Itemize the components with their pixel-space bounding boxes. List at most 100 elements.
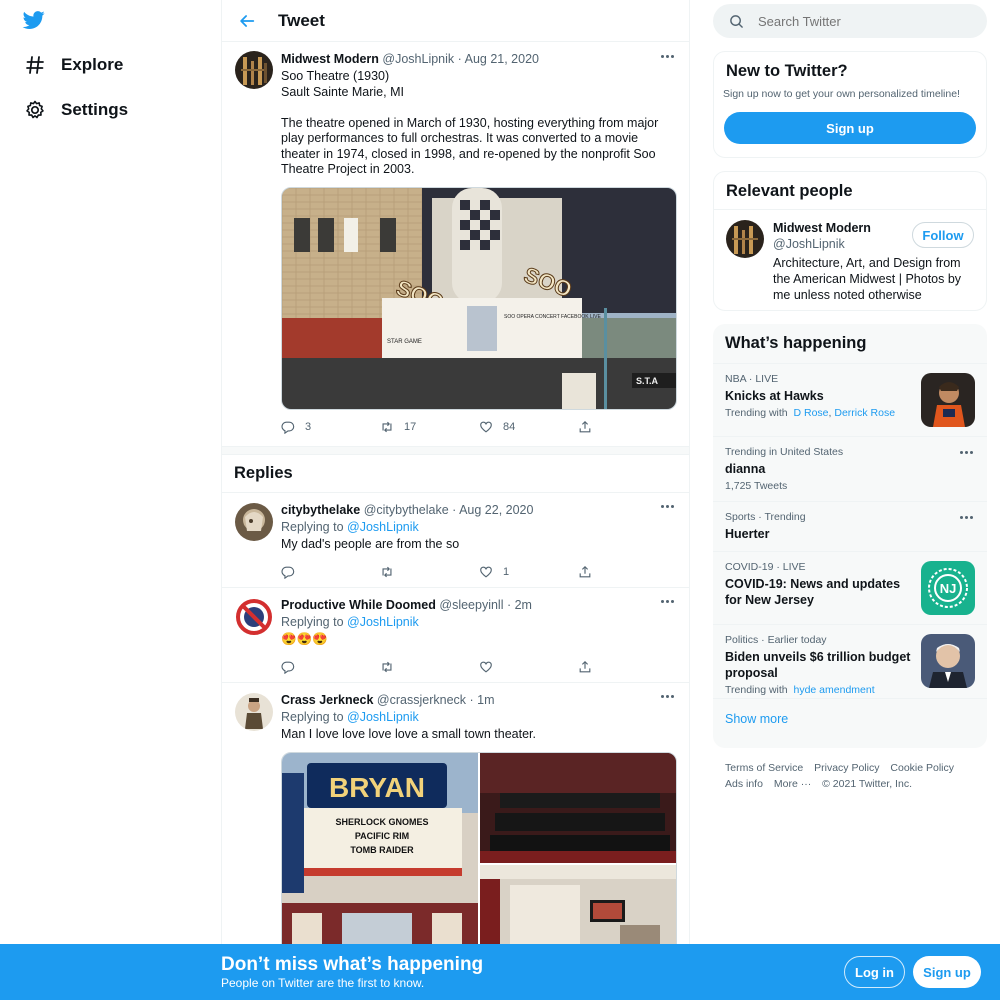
tweet-image[interactable]: [480, 752, 676, 863]
tweet-image[interactable]: SOO SOO STAR GAME SOO OPERA CONCERT FACE…: [281, 186, 677, 410]
more-options-icon[interactable]: [960, 516, 973, 519]
like-button[interactable]: [479, 660, 578, 674]
trend-link[interactable]: D Rose: [794, 407, 829, 419]
author-name[interactable]: citybythelake: [281, 503, 360, 517]
more-options-icon[interactable]: [960, 451, 973, 454]
person-bio: Architecture, Art, and Design from the A…: [773, 256, 962, 302]
retweet-icon: [382, 566, 392, 577]
author-handle[interactable]: @JoshLipnik: [382, 52, 454, 66]
retweet-button[interactable]: [380, 660, 479, 674]
retweet-button[interactable]: 17: [380, 420, 479, 434]
replying-to-link[interactable]: @JoshLipnik: [347, 615, 419, 629]
replying-to-label: Replying to: [281, 709, 344, 724]
share-button[interactable]: [578, 565, 677, 579]
author-handle[interactable]: @crassjerkneck: [377, 693, 466, 707]
nav-explore[interactable]: Explore: [24, 53, 123, 77]
nav-settings[interactable]: Settings: [24, 98, 128, 122]
footer-link[interactable]: Terms of Service: [725, 760, 803, 776]
trend-context: Trending in United States: [725, 446, 844, 458]
tweet-date[interactable]: · 2m: [507, 598, 532, 612]
trend-context: Sports · Trending: [725, 511, 806, 523]
search-box[interactable]: [713, 4, 987, 38]
trend-link[interactable]: hyde amendment: [794, 684, 875, 696]
tweet-text: Soo Theatre (1930) Sault Sainte Marie, M…: [281, 69, 677, 178]
reply-tweet: Productive While Doomed @sleepyinll · 2m…: [222, 588, 689, 683]
replying-to-label: Replying to: [281, 519, 344, 534]
trend-sub-prefix: Trending with: [725, 684, 788, 696]
tweet-date[interactable]: · Aug 21, 2020: [458, 52, 539, 66]
more-options-icon[interactable]: [659, 50, 675, 62]
trend-item[interactable]: Trending in United States dianna 1,725 T…: [713, 436, 987, 501]
replying-to-link[interactable]: @JoshLipnik: [347, 520, 419, 534]
like-count: 1: [503, 565, 510, 578]
footer-link[interactable]: More ···: [774, 776, 811, 792]
trend-title: Huerter: [725, 527, 770, 541]
avatar[interactable]: [235, 502, 273, 541]
reply-icon: [281, 661, 295, 674]
tweet-date[interactable]: · Aug 22, 2020: [452, 503, 533, 517]
reply-count: 3: [305, 420, 312, 433]
banner-signup-button[interactable]: Sign up: [913, 956, 981, 988]
like-button[interactable]: 1: [479, 565, 578, 579]
back-arrow-icon[interactable]: [236, 10, 258, 32]
replying-to: Replying to @JoshLipnik: [281, 709, 677, 726]
copyright: © 2021 Twitter, Inc.: [822, 778, 912, 790]
signup-banner: Don’t miss what’s happening People on Tw…: [0, 944, 1000, 1000]
tweet-text: Man I love love love love a small town t…: [281, 726, 536, 741]
follow-button[interactable]: Follow: [912, 222, 974, 248]
heart-icon: [480, 566, 492, 578]
main-tweet: Midwest Modern @JoshLipnik · Aug 21, 202…: [222, 42, 689, 439]
more-options-icon[interactable]: [659, 596, 675, 608]
footer-link[interactable]: Ads info: [725, 776, 763, 792]
twitter-logo-icon[interactable]: [22, 9, 46, 31]
page-header: Tweet: [222, 0, 689, 42]
share-icon: [579, 420, 591, 432]
page-title: Tweet: [278, 10, 325, 30]
reply-button[interactable]: [281, 565, 380, 579]
show-more-link[interactable]: Show more: [713, 698, 987, 739]
left-sidebar: Explore Settings: [0, 0, 221, 1000]
author-name[interactable]: Midwest Modern: [281, 52, 379, 66]
trend-item[interactable]: Sports · Trending Huerter: [713, 501, 987, 551]
share-button[interactable]: [578, 420, 677, 434]
trend-item[interactable]: Politics · Earlier today Biden unveils $…: [713, 624, 987, 698]
reply-button[interactable]: 3: [281, 420, 380, 434]
trend-title: COVID-19: News and updates for New Jerse…: [725, 577, 901, 607]
tweet-image[interactable]: BRYAN SHERLOCK GNOMES PACIFIC RIM TOMB R…: [282, 752, 478, 966]
heart-icon: [480, 421, 492, 433]
author-name[interactable]: Productive While Doomed: [281, 598, 436, 612]
marquee-sign-text: BRYAN: [329, 772, 425, 803]
signup-button[interactable]: Sign up: [724, 112, 976, 144]
like-button[interactable]: 84: [479, 420, 578, 434]
search-icon: [729, 14, 744, 29]
search-input[interactable]: [758, 13, 958, 29]
avatar[interactable]: [726, 220, 764, 258]
avatar[interactable]: [235, 51, 273, 89]
trend-item[interactable]: COVID-19 · LIVE COVID-19: News and updat…: [713, 551, 987, 624]
login-button[interactable]: Log in: [844, 956, 905, 988]
more-options-icon[interactable]: [659, 691, 675, 703]
hash-icon: [24, 54, 46, 76]
footer-link[interactable]: Privacy Policy: [814, 760, 879, 776]
person-row[interactable]: Midwest Modern @JoshLipnik Follow Archit…: [714, 210, 986, 303]
footer-link[interactable]: Cookie Policy: [890, 760, 954, 776]
trend-link[interactable]: Derrick Rose: [834, 407, 895, 419]
retweet-button[interactable]: [380, 565, 479, 579]
tweet-paragraph: The theatre opened in March of 1930, hos…: [281, 115, 659, 177]
trend-item[interactable]: NBA · LIVE Knicks at Hawks Trending with…: [713, 363, 987, 436]
author-handle[interactable]: @citybythelake: [364, 503, 449, 517]
share-button[interactable]: [578, 660, 677, 674]
replies-header: Replies: [222, 455, 689, 493]
author-handle[interactable]: @sleepyinll: [439, 598, 503, 612]
replying-to-link[interactable]: @JoshLipnik: [347, 710, 419, 724]
avatar[interactable]: [235, 692, 273, 731]
tweet-line: Sault Sainte Marie, MI: [281, 84, 404, 99]
reply-button[interactable]: [281, 660, 380, 674]
like-count: 84: [503, 420, 516, 433]
avatar[interactable]: [235, 597, 273, 636]
more-options-icon[interactable]: [659, 501, 675, 513]
author-name[interactable]: Crass Jerkneck: [281, 693, 373, 707]
retweet-count: 17: [404, 420, 417, 433]
tweet-date[interactable]: · 1m: [470, 693, 495, 707]
tweet-actions: [281, 655, 677, 679]
